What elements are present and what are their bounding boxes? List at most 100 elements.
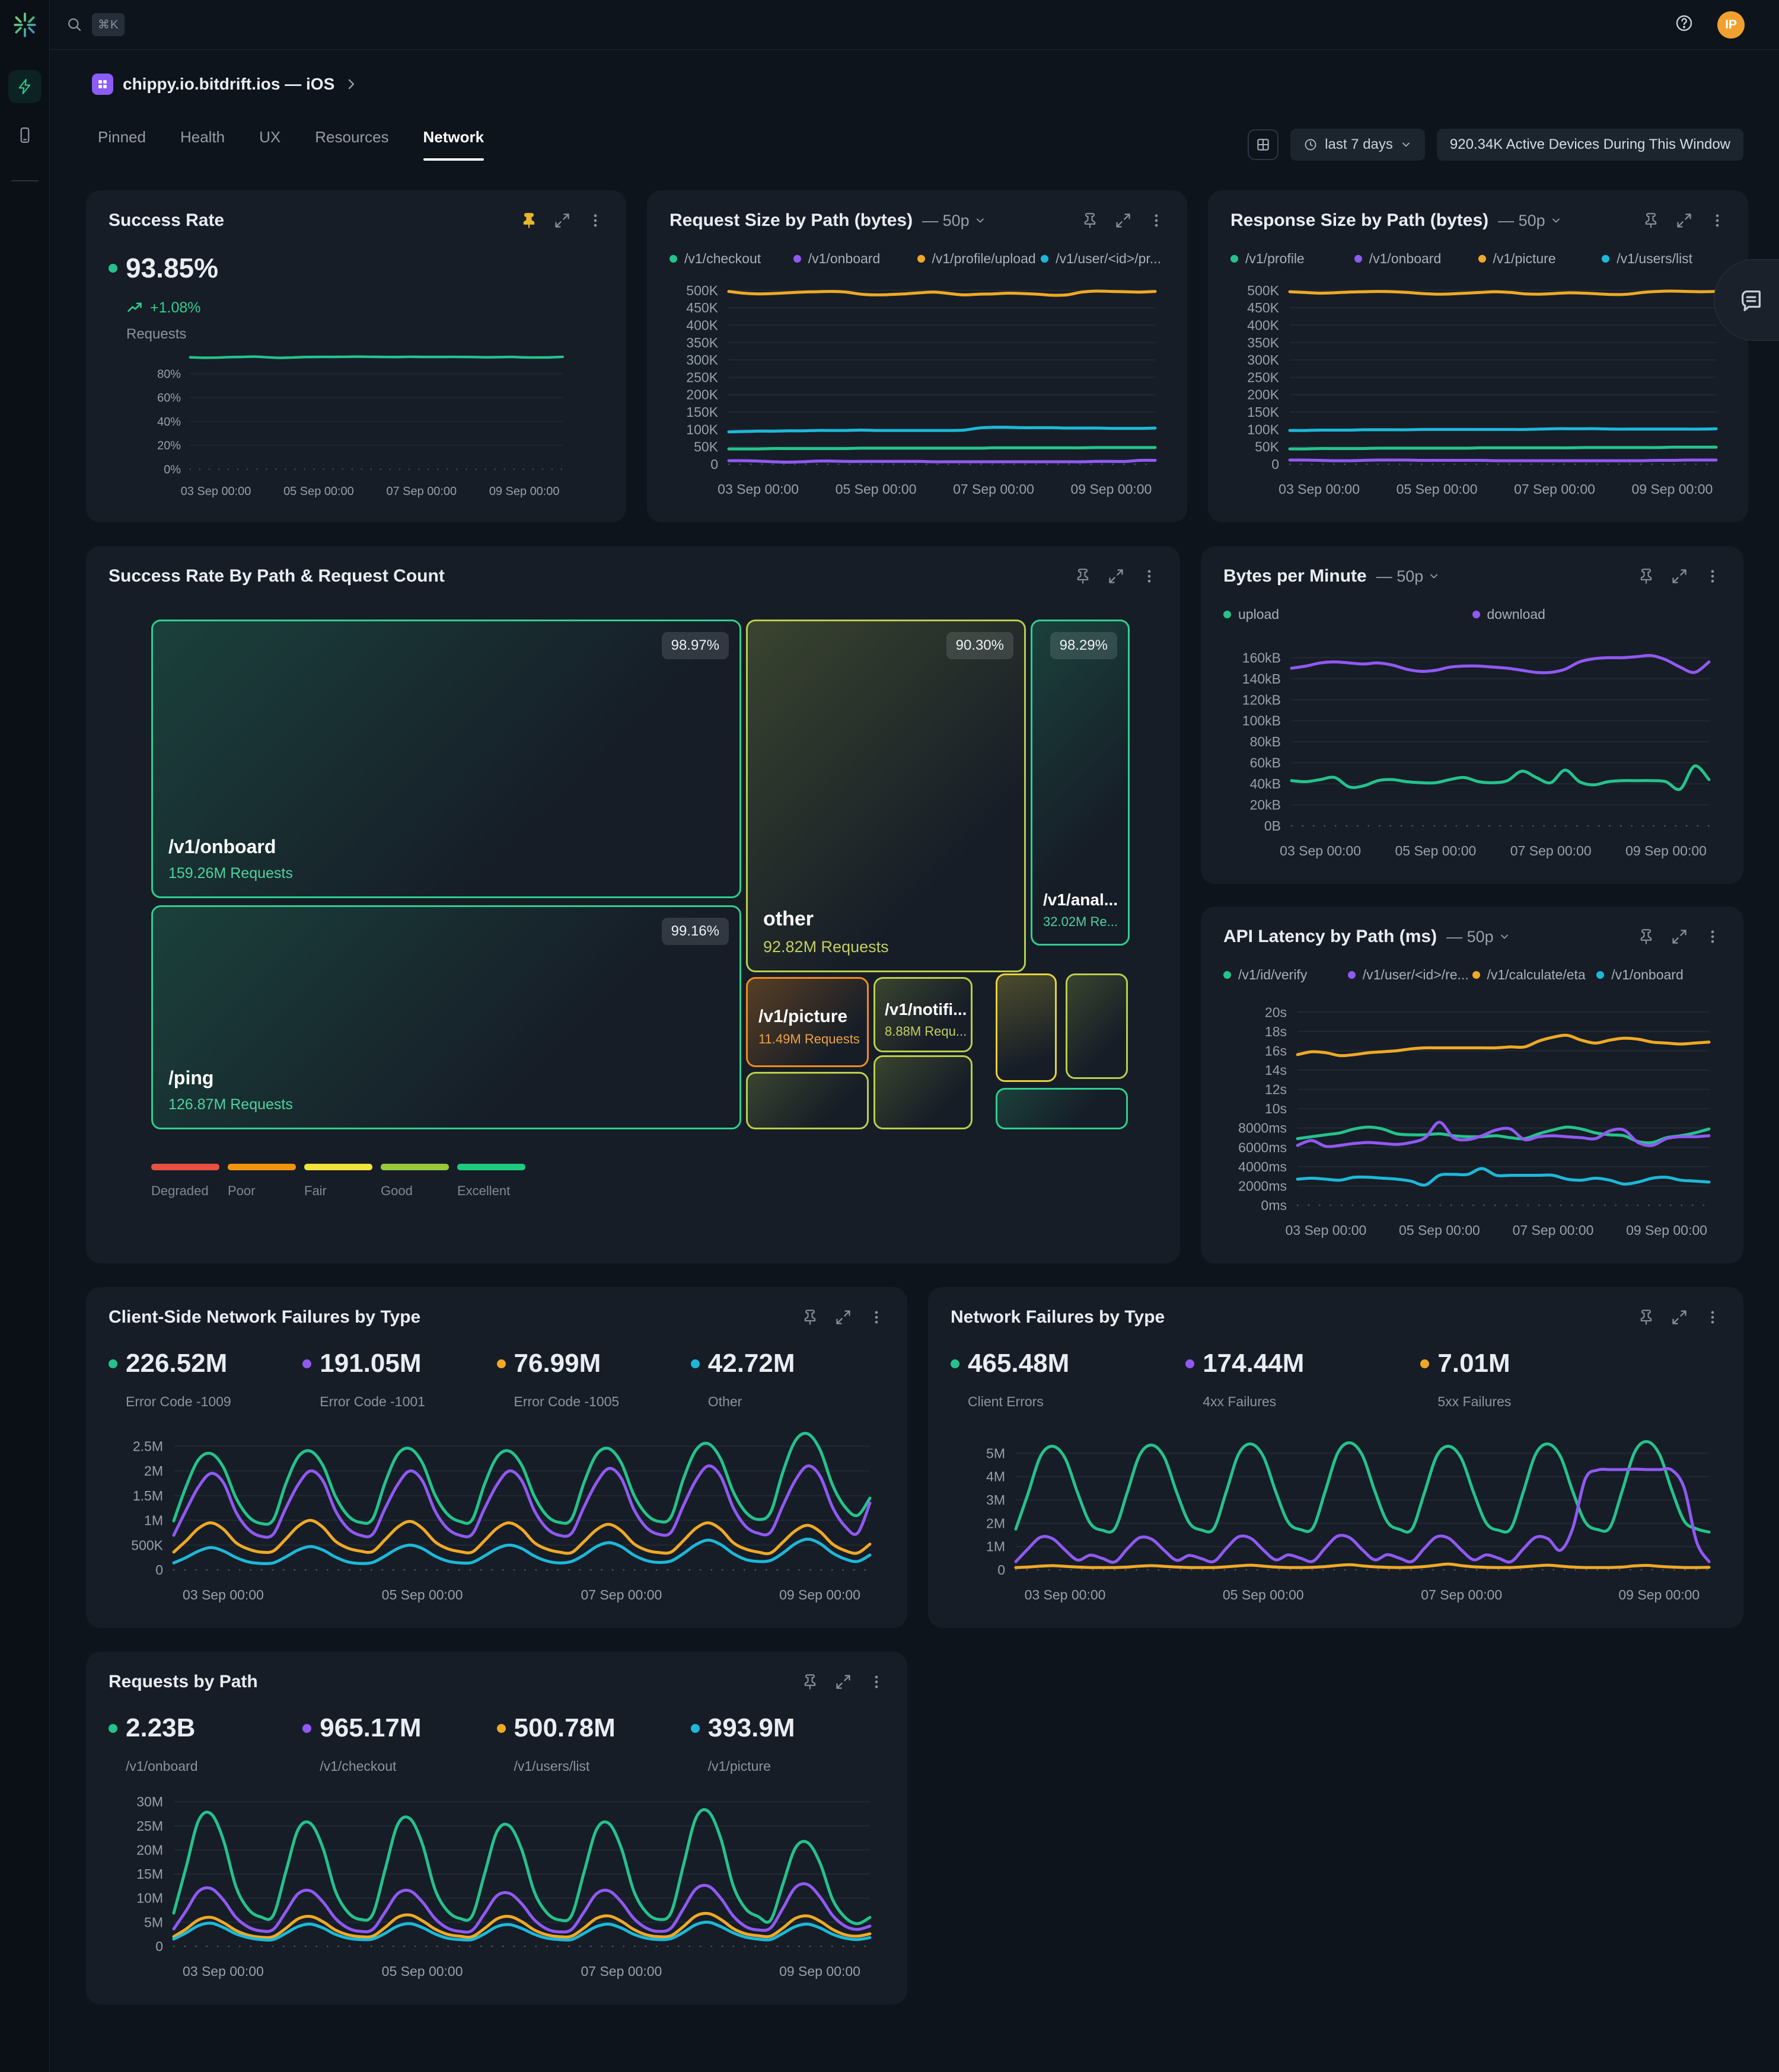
- tab-pinned[interactable]: Pinned: [98, 128, 146, 161]
- sidebar-item-devices[interactable]: [8, 119, 42, 152]
- percentile-select[interactable]: — 50p: [922, 212, 986, 230]
- treemap-box-small[interactable]: [873, 1055, 973, 1129]
- breadcrumb[interactable]: chippy.io.bitdrift.ios — iOS: [92, 74, 1743, 95]
- help-button[interactable]: [1675, 14, 1694, 36]
- percentile-select[interactable]: — 50p: [1446, 928, 1510, 946]
- legend-item: /v1/profile/upload: [917, 251, 1041, 267]
- svg-text:03 Sep 00:00: 03 Sep 00:00: [1285, 1222, 1366, 1238]
- time-range-value: last 7 days: [1325, 136, 1393, 153]
- treemap-box-small[interactable]: [996, 1088, 1128, 1129]
- avatar[interactable]: IP: [1717, 11, 1745, 39]
- svg-text:09 Sep 00:00: 09 Sep 00:00: [1626, 1222, 1707, 1238]
- stat-row: 226.52MError Code -1009 191.05MError Cod…: [109, 1349, 885, 1410]
- svg-text:500K: 500K: [131, 1537, 163, 1553]
- svg-text:07 Sep 00:00: 07 Sep 00:00: [953, 481, 1034, 497]
- svg-text:0B: 0B: [1264, 818, 1281, 834]
- legend-item: /v1/picture: [1478, 251, 1602, 267]
- percentile-select[interactable]: — 50p: [1498, 212, 1562, 230]
- kebab-menu-icon[interactable]: [1704, 928, 1721, 945]
- card-title: Requests by Path: [109, 1672, 258, 1692]
- treemap-box-notifications[interactable]: /v1/notifi...8.88M Requ...: [873, 977, 973, 1052]
- treemap-box-small[interactable]: [996, 973, 1057, 1082]
- pin-icon[interactable]: [802, 1309, 818, 1326]
- expand-icon[interactable]: [1676, 212, 1692, 229]
- row-2: Success Rate By Path & Request Count 98.…: [86, 546, 1743, 1263]
- pin-icon[interactable]: [1638, 568, 1654, 585]
- tab-ux[interactable]: UX: [259, 128, 280, 161]
- treemap-box-analytics[interactable]: 98.29% /v1/anal...32.02M Re...: [1031, 620, 1130, 946]
- legend-degraded: Degraded: [151, 1164, 219, 1199]
- card-api-latency: API Latency by Path (ms) — 50p /v1/id/ve…: [1201, 906, 1743, 1263]
- active-devices-badge: 920.34K Active Devices During This Windo…: [1437, 129, 1743, 161]
- sidebar-item-performance[interactable]: [8, 70, 42, 103]
- pin-icon[interactable]: [1643, 212, 1659, 229]
- stat: 174.44M4xx Failures: [1185, 1349, 1420, 1410]
- treemap-box-small[interactable]: [746, 1072, 869, 1129]
- tab-resources[interactable]: Resources: [315, 128, 388, 161]
- card-title: Network Failures by Type: [951, 1307, 1165, 1327]
- svg-text:14s: 14s: [1265, 1062, 1287, 1078]
- stat: 500.78M/v1/users/list: [497, 1713, 691, 1774]
- stat-row: 2.23B/v1/onboard 965.17M/v1/checkout 500…: [109, 1713, 885, 1774]
- kebab-menu-icon[interactable]: [1148, 212, 1165, 229]
- expand-icon[interactable]: [1115, 212, 1131, 229]
- chevron-down-icon: [1400, 139, 1412, 151]
- time-range-select[interactable]: last 7 days: [1290, 129, 1425, 161]
- expand-icon[interactable]: [1108, 568, 1124, 585]
- treemap-box-other[interactable]: 90.30% other92.82M Requests: [746, 620, 1026, 972]
- expand-icon[interactable]: [1671, 1309, 1688, 1326]
- stat: 965.17M/v1/checkout: [302, 1713, 496, 1774]
- svg-text:450K: 450K: [1247, 300, 1279, 315]
- card-title: Bytes per Minute: [1223, 566, 1367, 586]
- kebab-menu-icon[interactable]: [868, 1674, 885, 1690]
- pin-icon[interactable]: [1075, 568, 1091, 585]
- svg-text:1M: 1M: [986, 1539, 1005, 1554]
- kebab-menu-icon[interactable]: [868, 1309, 885, 1326]
- search-input[interactable]: ⌘K: [66, 13, 125, 36]
- stat: 42.72MOther: [691, 1349, 885, 1410]
- kebab-menu-icon[interactable]: [1141, 568, 1158, 585]
- expand-icon[interactable]: [554, 212, 570, 229]
- svg-text:2M: 2M: [144, 1463, 163, 1479]
- treemap-box-onboard[interactable]: 98.97% /v1/onboard159.26M Requests: [151, 620, 741, 898]
- svg-text:0%: 0%: [164, 463, 181, 476]
- expand-icon[interactable]: [1671, 928, 1688, 945]
- card-client-failures: Client-Side Network Failures by Type 226…: [86, 1287, 907, 1628]
- svg-text:09 Sep 00:00: 09 Sep 00:00: [1631, 481, 1713, 497]
- expand-icon[interactable]: [835, 1309, 852, 1326]
- treemap-box-ping[interactable]: 99.16% /ping126.87M Requests: [151, 905, 741, 1129]
- treemap-box-picture[interactable]: /v1/picture11.49M Requests: [746, 977, 869, 1067]
- expand-icon[interactable]: [1671, 568, 1688, 585]
- layout-grid-button[interactable]: [1248, 129, 1279, 160]
- svg-text:50K: 50K: [1255, 439, 1280, 455]
- success-rate-chart: 0%20%40%60%80%03 Sep 00:0005 Sep 00:0007…: [109, 343, 604, 502]
- pin-icon[interactable]: [1638, 1309, 1654, 1326]
- kebab-menu-icon[interactable]: [1709, 212, 1726, 229]
- response-size-chart: 050K100K150K200K250K300K350K400K450K500K…: [1230, 277, 1726, 502]
- expand-icon[interactable]: [835, 1674, 852, 1690]
- kebab-menu-icon[interactable]: [1704, 568, 1721, 585]
- kebab-menu-icon[interactable]: [1704, 1309, 1721, 1326]
- treemap: 98.97% /v1/onboard159.26M Requests 99.16…: [151, 620, 1130, 1129]
- stat: 226.52MError Code -1009: [109, 1349, 302, 1410]
- stat: 76.99MError Code -1005: [497, 1349, 691, 1410]
- svg-text:80kB: 80kB: [1250, 734, 1281, 749]
- percentile-select[interactable]: — 50p: [1376, 567, 1440, 586]
- kebab-menu-icon[interactable]: [587, 212, 604, 229]
- tab-network[interactable]: Network: [423, 128, 484, 161]
- pin-icon[interactable]: [802, 1674, 818, 1690]
- pin-icon[interactable]: [1082, 212, 1098, 229]
- treemap-box-small[interactable]: [1066, 973, 1128, 1079]
- row-3: Client-Side Network Failures by Type 226…: [86, 1287, 1743, 1628]
- pin-icon[interactable]: [521, 212, 537, 229]
- legend-item: /v1/user/<id>/pr...: [1041, 251, 1165, 267]
- pin-icon[interactable]: [1638, 928, 1654, 945]
- path-label: /ping: [168, 1067, 293, 1089]
- treemap-legend: Degraded Poor Fair Good Excellent: [151, 1164, 1158, 1199]
- chevron-down-icon: [1428, 570, 1440, 582]
- success-badge: 99.16%: [662, 918, 729, 945]
- tab-health[interactable]: Health: [180, 128, 225, 161]
- svg-text:09 Sep 00:00: 09 Sep 00:00: [1070, 481, 1152, 497]
- svg-text:03 Sep 00:00: 03 Sep 00:00: [183, 1587, 264, 1602]
- legend-poor: Poor: [228, 1164, 296, 1199]
